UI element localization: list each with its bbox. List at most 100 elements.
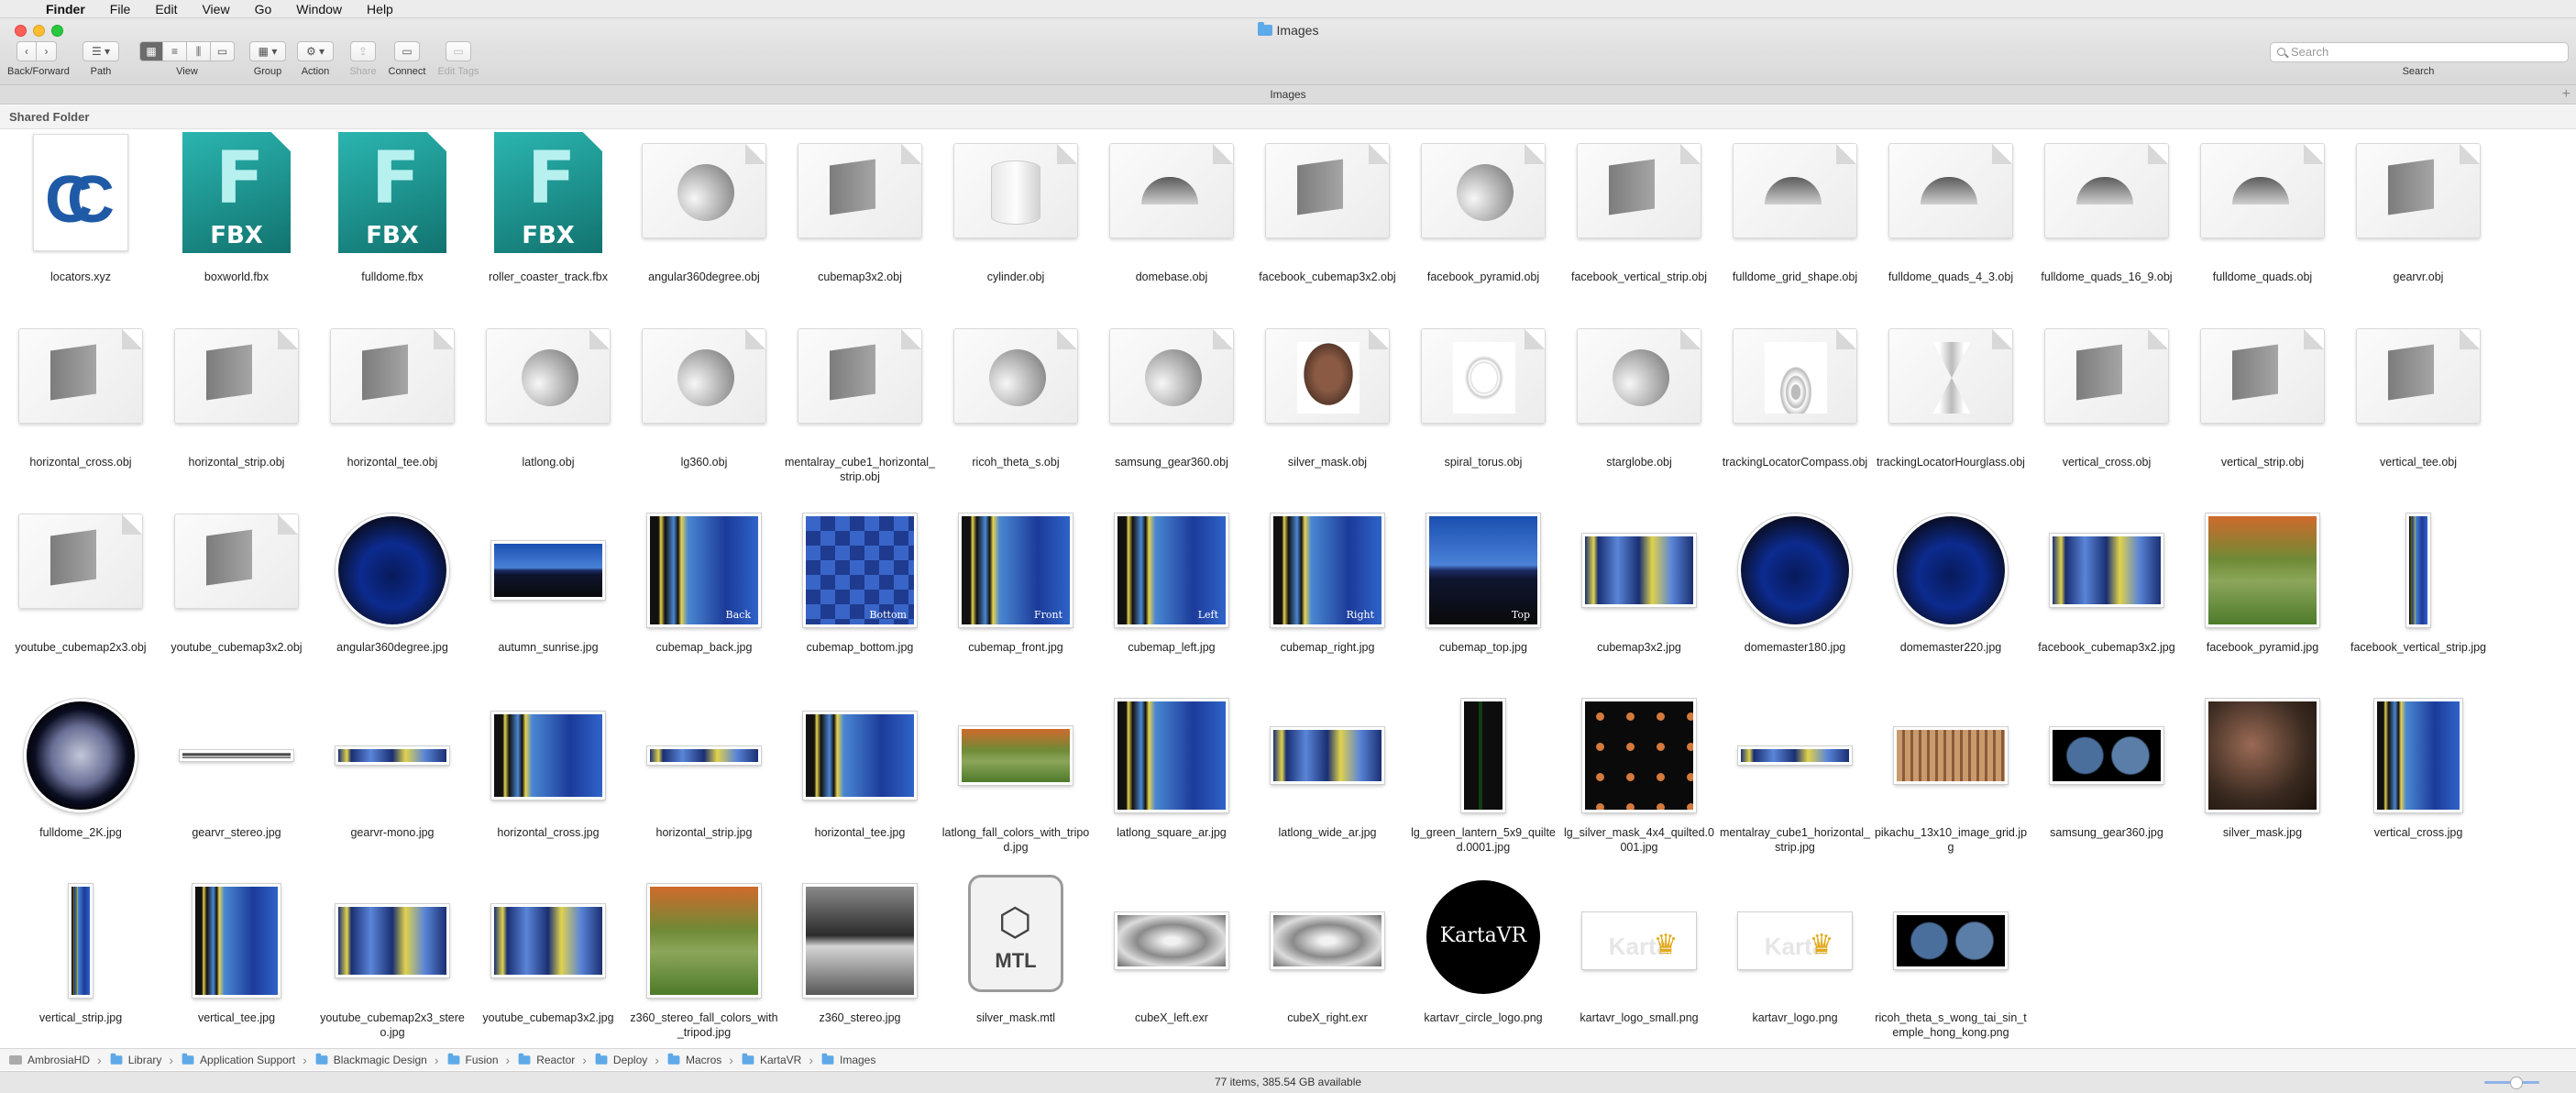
file-item[interactable]: vertical_tee.obj [2341, 315, 2495, 490]
search-field[interactable]: Search [2270, 42, 2569, 62]
tab-images[interactable]: Images + [0, 84, 2576, 105]
file-item[interactable]: lg360.obj [627, 315, 781, 490]
file-item[interactable]: cubemap3x2.jpg [1562, 501, 1716, 675]
file-item[interactable]: z360_stereo_fall_colors_with_tripod.jpg [627, 871, 781, 1045]
file-item[interactable]: cylinder.obj [939, 130, 1093, 304]
file-item[interactable]: Top cubemap_top.jpg [1406, 501, 1560, 675]
column-view-button[interactable]: ⫼ [187, 41, 211, 61]
file-item[interactable]: ⬡ MTL silver_mask.mtl [939, 871, 1093, 1045]
file-item[interactable]: cubeX_right.exr [1250, 871, 1404, 1045]
file-item[interactable]: fulldome_quads.obj [2185, 130, 2339, 304]
file-item[interactable]: trackingLocatorCompass.obj [1718, 315, 1872, 490]
menu-help[interactable]: Help [367, 2, 393, 17]
file-item[interactable]: Left cubemap_left.jpg [1095, 501, 1249, 675]
edit-tags-button[interactable]: ▭ [446, 41, 471, 61]
file-item[interactable]: autumn_sunrise.jpg [471, 501, 625, 675]
file-item[interactable]: facebook_pyramid.jpg [2185, 501, 2339, 675]
file-item[interactable]: domemaster220.jpg [1874, 501, 2028, 675]
gallery-view-button[interactable]: ▭ [211, 41, 235, 61]
path-crumb[interactable]: Macros [666, 1049, 721, 1071]
file-item[interactable]: gearvr_stereo.jpg [160, 686, 314, 860]
action-gear-button[interactable]: ⚙ ▾ [297, 41, 334, 61]
file-item[interactable]: facebook_cubemap3x2.obj [1250, 130, 1404, 304]
file-item[interactable]: facebook_pyramid.obj [1406, 130, 1560, 304]
file-item[interactable]: spiral_torus.obj [1406, 315, 1560, 490]
file-item[interactable]: Right cubemap_right.jpg [1250, 501, 1404, 675]
file-item[interactable]: latlong_square_ar.jpg [1095, 686, 1249, 860]
file-item[interactable]: silver_mask.jpg [2185, 686, 2339, 860]
icon-size-slider[interactable] [2484, 1076, 2539, 1089]
file-item[interactable]: vertical_cross.obj [2030, 315, 2184, 490]
file-item[interactable]: Front cubemap_front.jpg [939, 501, 1093, 675]
menu-view[interactable]: View [202, 2, 229, 17]
icon-view-button[interactable]: ▦ [139, 41, 163, 61]
file-item[interactable]: F FBX fulldome.fbx [315, 130, 469, 304]
file-item[interactable]: samsung_gear360.jpg [2030, 686, 2184, 860]
file-item[interactable]: fulldome_2K.jpg [4, 686, 158, 860]
file-item[interactable]: KartaVR kartavr_circle_logo.png [1406, 871, 1560, 1045]
file-item[interactable]: horizontal_cross.obj [4, 315, 158, 490]
menu-edit[interactable]: Edit [155, 2, 177, 17]
menu-go[interactable]: Go [255, 2, 272, 17]
path-crumb[interactable]: Fusion [446, 1049, 499, 1071]
file-item[interactable]: Karta ♛ kartavr_logo_small.png [1562, 871, 1716, 1045]
path-crumb[interactable]: Blackmagic Design [314, 1049, 427, 1071]
file-item[interactable]: domebase.obj [1095, 130, 1249, 304]
connect-button[interactable]: ▭ [394, 41, 420, 61]
file-item[interactable]: Bottom cubemap_bottom.jpg [783, 501, 937, 675]
file-item[interactable]: ricoh_theta_s.obj [939, 315, 1093, 490]
path-crumb[interactable]: Library [109, 1049, 161, 1071]
file-item[interactable]: horizontal_cross.jpg [471, 686, 625, 860]
file-item[interactable]: horizontal_tee.obj [315, 315, 469, 490]
menu-file[interactable]: File [110, 2, 131, 17]
file-item[interactable]: vertical_cross.jpg [2341, 686, 2495, 860]
file-item[interactable]: facebook_cubemap3x2.jpg [2030, 501, 2184, 675]
file-item[interactable]: F FBX roller_coaster_track.fbx [471, 130, 625, 304]
back-button[interactable]: ‹ [17, 41, 37, 61]
file-item[interactable]: cubeX_left.exr [1095, 871, 1249, 1045]
file-item[interactable]: starglobe.obj [1562, 315, 1716, 490]
path-button[interactable]: ☰ ▾ [83, 41, 119, 61]
file-item[interactable]: mentalray_cube1_horizontal_strip.obj [783, 315, 937, 490]
file-item[interactable]: Karta ♛ kartavr_logo.png [1718, 871, 1872, 1045]
file-item[interactable]: lg_silver_mask_4x4_quilted.0001.jpg [1562, 686, 1716, 860]
file-item[interactable]: gearvr-mono.jpg [315, 686, 469, 860]
new-tab-button[interactable]: + [2562, 85, 2570, 104]
file-item[interactable]: trackingLocatorHourglass.obj [1874, 315, 2028, 490]
menu-app-finder[interactable]: Finder [46, 2, 85, 17]
group-button[interactable]: ▦ ▾ [249, 41, 286, 61]
file-item[interactable]: samsung_gear360.obj [1095, 315, 1249, 490]
path-crumb[interactable]: Application Support [181, 1049, 295, 1071]
file-item[interactable]: latlong_wide_ar.jpg [1250, 686, 1404, 860]
file-item[interactable]: fulldome_quads_4_3.obj [1874, 130, 2028, 304]
file-item[interactable]: lg_green_lantern_5x9_quilted.0001.jpg [1406, 686, 1560, 860]
file-item[interactable]: vertical_tee.jpg [160, 871, 314, 1045]
file-item[interactable]: angular360degree.obj [627, 130, 781, 304]
file-item[interactable]: ricoh_theta_s_wong_tai_sin_temple_hong_k… [1874, 871, 2028, 1045]
path-crumb[interactable]: Reactor [517, 1049, 575, 1071]
path-crumb[interactable]: AmbrosiaHD [9, 1049, 90, 1071]
file-item[interactable]: youtube_cubemap2x3.obj [4, 501, 158, 675]
list-view-button[interactable]: ≡ [163, 41, 187, 61]
file-item[interactable]: F FBX boxworld.fbx [160, 130, 314, 304]
file-item[interactable]: facebook_vertical_strip.jpg [2341, 501, 2495, 675]
file-item[interactable]: horizontal_tee.jpg [783, 686, 937, 860]
menu-window[interactable]: Window [296, 2, 342, 17]
file-item[interactable]: cubemap3x2.obj [783, 130, 937, 304]
file-item[interactable]: latlong_fall_colors_with_tripod.jpg [939, 686, 1093, 860]
file-item[interactable]: pikachu_13x10_image_grid.jpg [1874, 686, 2028, 860]
file-item[interactable]: vertical_strip.jpg [4, 871, 158, 1045]
file-item[interactable]: Back cubemap_back.jpg [627, 501, 781, 675]
file-item[interactable]: domemaster180.jpg [1718, 501, 1872, 675]
file-item[interactable]: vertical_strip.obj [2185, 315, 2339, 490]
file-item[interactable]: horizontal_strip.jpg [627, 686, 781, 860]
file-item[interactable]: mentalray_cube1_horizontal_strip.jpg [1718, 686, 1872, 860]
file-item[interactable]: silver_mask.obj [1250, 315, 1404, 490]
file-item[interactable]: CC locators.xyz [4, 130, 158, 304]
file-item[interactable]: youtube_cubemap2x3_stereo.jpg [315, 871, 469, 1045]
file-item[interactable]: latlong.obj [471, 315, 625, 490]
share-button[interactable]: ⇪ [350, 41, 376, 61]
file-item[interactable]: fulldome_grid_shape.obj [1718, 130, 1872, 304]
path-crumb[interactable]: Images [820, 1049, 875, 1071]
file-item[interactable]: gearvr.obj [2341, 130, 2495, 304]
